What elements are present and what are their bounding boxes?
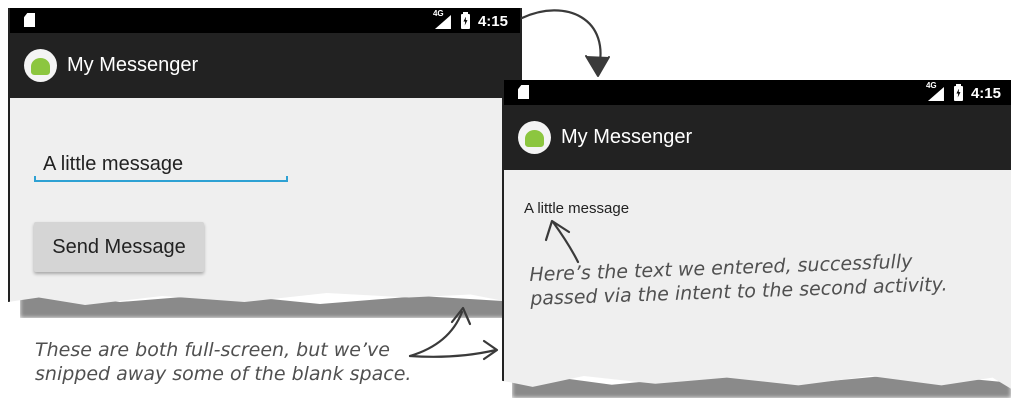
app-title: My Messenger (67, 54, 199, 76)
network-type-label: 4G (432, 9, 444, 18)
android-icon[interactable] (24, 49, 57, 82)
input-underline-right-tick (286, 176, 288, 182)
message-input[interactable] (34, 148, 286, 182)
status-time: 4:15 (477, 12, 508, 30)
up-arrow-icon (408, 310, 464, 358)
sim-card-icon (24, 13, 35, 27)
status-time: 4:15 (970, 84, 1001, 102)
battery-charging-icon (953, 83, 963, 101)
first-activity-screen: 4G 4:15 My Messenger Send Message (8, 8, 522, 305)
signal-indicator: 4G (433, 9, 453, 29)
status-bar: 4G 4:15 (10, 8, 520, 33)
snipped-space-annotation: These are both full-screen, but we’ve sn… (35, 338, 411, 387)
screen-transition-arrow-icon (520, 9, 602, 74)
annotation-line: These are both full-screen, but we’ve (35, 339, 390, 361)
right-arrowhead-icon (482, 339, 499, 361)
status-indicators: 4G 4:15 (433, 9, 508, 31)
action-bar: My Messenger (10, 33, 520, 98)
input-underline-left-tick (34, 176, 36, 182)
network-type-label: 4G (925, 81, 937, 90)
app-title: My Messenger (561, 126, 693, 148)
send-message-button[interactable]: Send Message (34, 222, 204, 272)
status-indicators: 4G 4:15 (926, 81, 1001, 103)
second-activity-screen: 4G 4:15 My Messenger A little message (502, 80, 1011, 390)
tutorial-figure: 4G 4:15 My Messenger Send Message 4G (0, 0, 1011, 408)
screen-transition-arrowhead-icon (585, 55, 610, 77)
action-bar: My Messenger (504, 105, 1011, 170)
right-arrow-icon (408, 348, 498, 358)
battery-charging-icon (460, 11, 470, 29)
annotation-line: snipped away some of the blank space. (35, 363, 412, 386)
sim-card-icon (518, 85, 529, 99)
android-icon[interactable] (518, 121, 551, 154)
status-bar: 4G 4:15 (504, 80, 1011, 105)
signal-indicator: 4G (926, 81, 946, 101)
received-message-text: A little message (524, 200, 630, 217)
